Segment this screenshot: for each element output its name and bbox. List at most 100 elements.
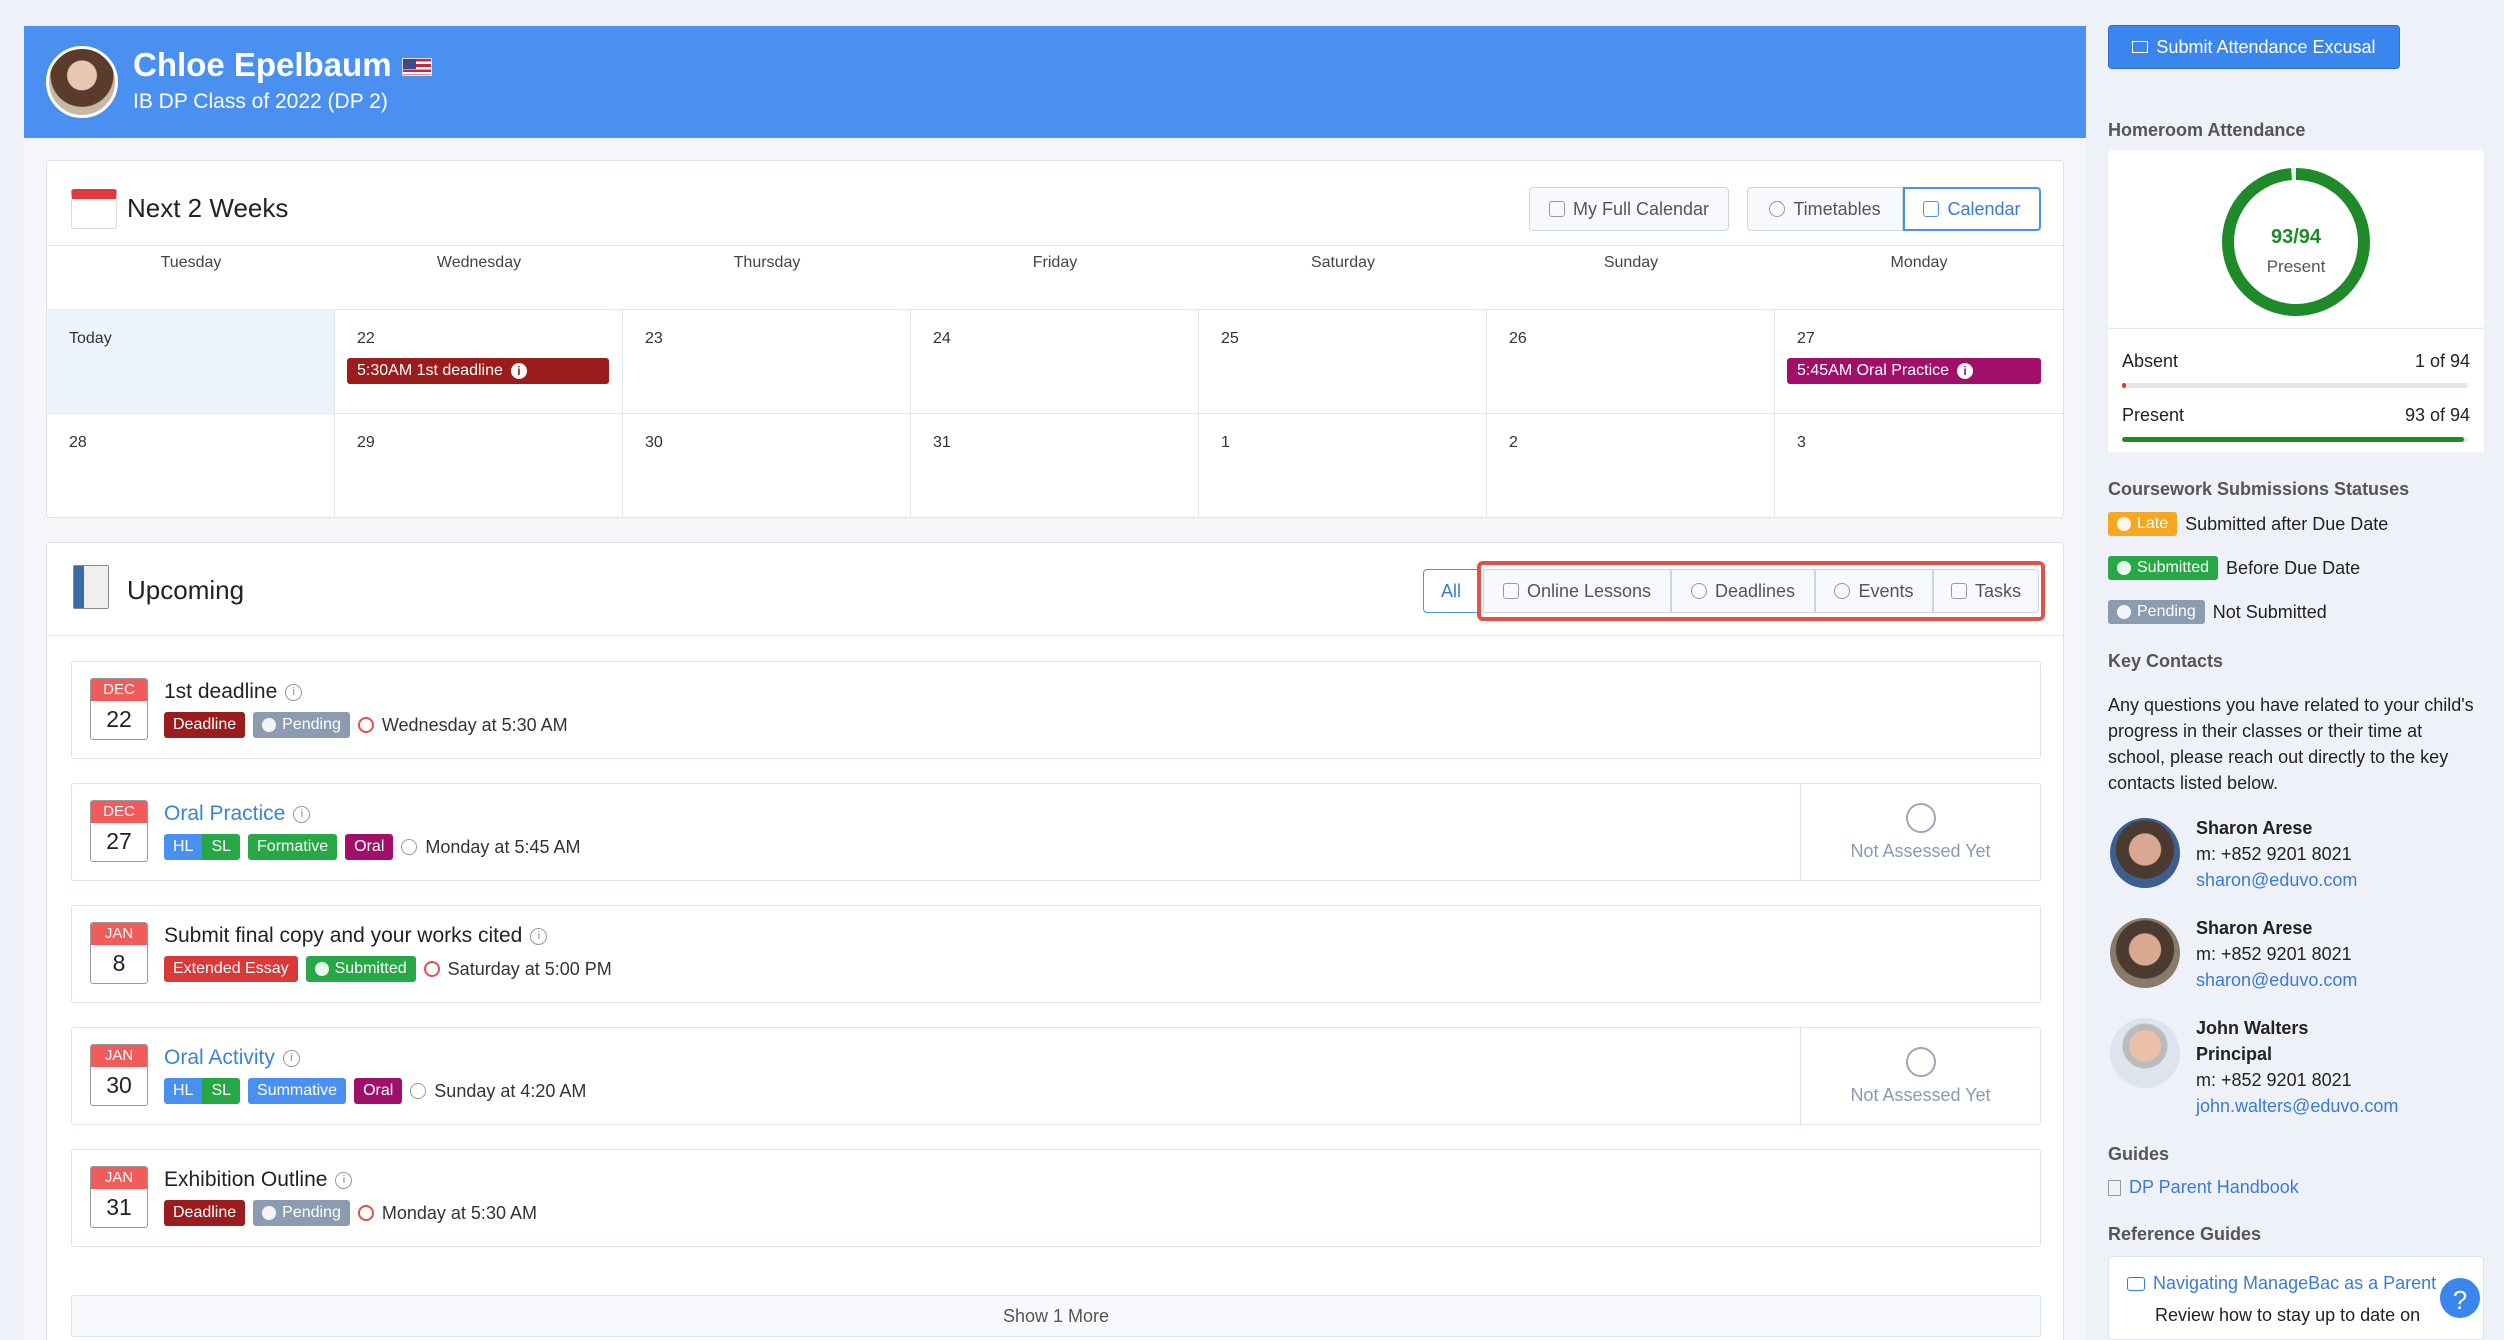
calendar-cell[interactable]: 28 [47, 413, 335, 517]
info-icon[interactable]: i [335, 1171, 353, 1189]
filter-all-button[interactable]: All [1423, 569, 1479, 613]
item-when: Saturday at 5:00 PM [447, 958, 612, 979]
calendar-cell[interactable]: 30 [623, 413, 911, 517]
contact-avatar [2110, 818, 2180, 888]
upcoming-item[interactable]: JAN 30 Oral Activity i HL SL Summative Oral… [71, 1027, 2041, 1125]
calendar-event[interactable]: 5:45AM Oral Practice i [1787, 358, 2041, 384]
contact-phone: m: +852 9201 8021 [2196, 1070, 2352, 1090]
calendar-cell[interactable]: 25 [1199, 309, 1487, 413]
submit-attendance-excusal-button[interactable]: Submit Attendance Excusal [2108, 25, 2400, 69]
clock-icon [401, 839, 418, 855]
present-label: Present [2122, 405, 2185, 425]
day-header: Monday [1890, 254, 1948, 271]
item-title[interactable]: Exhibition Outline [164, 1168, 327, 1192]
upcoming-item[interactable]: DEC 22 1st deadline i Deadline Pending Wed… [71, 661, 2041, 759]
alarm-icon [357, 717, 374, 733]
upcoming-item[interactable]: DEC 27 Oral Practice i HL SL Formative Oral… [71, 783, 2041, 881]
calendar-cell[interactable]: 1 [1199, 413, 1487, 517]
upcoming-item[interactable]: JAN 8 Submit final copy and your works ci… [71, 905, 2041, 1003]
day-header: Tuesday [160, 254, 222, 271]
info-icon[interactable]: i [293, 805, 311, 823]
book-icon [2108, 1179, 2121, 1196]
reference-link-row[interactable]: Navigating ManageBac as a Parent [2127, 1273, 2436, 1294]
my-full-calendar-button[interactable]: My Full Calendar [1529, 187, 1729, 231]
clock-icon [1769, 201, 1786, 217]
help-icon[interactable]: ? [2438, 1276, 2482, 1320]
calendar-small-icon [1923, 201, 1940, 217]
present-bar [2122, 437, 2468, 442]
item-title-row: Oral Activity i [164, 1046, 300, 1070]
info-icon: i [1957, 363, 1974, 379]
reference-link[interactable]: Navigating ManageBac as a Parent [2153, 1273, 2436, 1294]
calendar-cell[interactable]: 26 [1487, 309, 1775, 413]
contact-avatar [2110, 918, 2180, 988]
envelope-icon [2132, 41, 2149, 53]
absent-value: 1 of 94 [2414, 351, 2470, 371]
contact-email-link[interactable]: john.walters@eduvo.com [2196, 1096, 2398, 1117]
guide-link[interactable]: DP Parent Handbook [2129, 1177, 2299, 1198]
calendar-cell[interactable]: 27 5:45AM Oral Practice i [1775, 309, 2063, 413]
submit-excusal-label: Submit Attendance Excusal [2156, 36, 2376, 57]
cell-date: Today [69, 330, 112, 347]
tag-deadline: Deadline [164, 712, 246, 738]
reference-guide-card[interactable]: Navigating ManageBac as a Parent Review … [2108, 1256, 2484, 1340]
assessment-status: Not Assessed Yet [1800, 1028, 2040, 1124]
tag-oral: Oral [345, 834, 394, 860]
day-header: Sunday [1603, 254, 1659, 271]
filter-online-lessons-button[interactable]: Online Lessons [1483, 569, 1671, 613]
clock-icon [262, 718, 277, 732]
tag-sl: SL [202, 834, 241, 860]
contact-email-link[interactable]: sharon@eduvo.com [2196, 870, 2357, 891]
filter-tasks-label: Tasks [1974, 580, 2021, 601]
calendar-event[interactable]: 5:30AM 1st deadline i [347, 358, 609, 384]
badge-label: Submitted [2137, 559, 2210, 576]
filter-events-button[interactable]: Events [1815, 569, 1933, 613]
item-title-row: Exhibition Outline i [164, 1168, 353, 1192]
tag-label: Submitted [334, 960, 407, 977]
filter-tasks-button[interactable]: Tasks [1933, 569, 2039, 613]
clock-icon [1834, 583, 1851, 599]
check-icon [2117, 561, 2131, 575]
contact-email-link[interactable]: sharon@eduvo.com [2196, 970, 2357, 991]
badge-pending: Pending [2108, 600, 2205, 624]
calendar-grid-icon [1548, 201, 1565, 217]
calendar-cell[interactable]: 23 [623, 309, 911, 413]
item-title-link[interactable]: Oral Practice [164, 802, 285, 826]
date-day: 30 [106, 1072, 132, 1098]
info-icon[interactable]: i [282, 1049, 300, 1067]
absent-bar [2122, 383, 2468, 388]
item-tags: HL SL Formative Oral Monday at 5:45 AM [164, 834, 580, 860]
timetables-button[interactable]: Timetables [1747, 187, 1903, 231]
assessment-status-label: Not Assessed Yet [1850, 840, 1991, 861]
calendar-cell[interactable]: 24 [911, 309, 1199, 413]
info-icon[interactable]: i [285, 683, 303, 701]
alarm-icon [423, 961, 440, 977]
student-header: Chloe Epelbaum IB DP Class of 2022 (DP 2… [24, 26, 2086, 138]
guides-heading: Guides [2108, 1144, 2170, 1164]
calendar-cell[interactable]: 31 [911, 413, 1199, 517]
upcoming-item[interactable]: JAN 31 Exhibition Outline i Deadline Pendi… [71, 1149, 2041, 1247]
item-title[interactable]: Submit final copy and your works cited [164, 924, 522, 948]
date-badge: JAN 8 [90, 922, 148, 984]
coursework-heading: Coursework Submissions Statuses [2108, 479, 2410, 499]
day-header: Saturday [1310, 254, 1376, 271]
show-more-button[interactable]: Show 1 More [71, 1295, 2041, 1337]
guide-link-row[interactable]: DP Parent Handbook [2108, 1177, 2299, 1198]
calendar-cell-today[interactable]: Today [47, 309, 335, 413]
tag-formative: Formative [248, 834, 338, 860]
calendar-cell[interactable]: 3 [1775, 413, 2063, 517]
calendar-cell[interactable]: 22 5:30AM 1st deadline i [335, 309, 623, 413]
item-title[interactable]: 1st deadline [164, 680, 277, 704]
calendar-cell[interactable]: 2 [1487, 413, 1775, 517]
cell-date: 29 [357, 434, 375, 451]
item-title-link[interactable]: Oral Activity [164, 1046, 275, 1070]
filter-deadlines-button[interactable]: Deadlines [1671, 569, 1815, 613]
info-icon[interactable]: i [530, 927, 548, 945]
calendar-view-button[interactable]: Calendar [1903, 187, 2041, 231]
task-icon [1950, 583, 1967, 599]
date-month: DEC [91, 679, 147, 701]
item-tags: Deadline Pending Wednesday at 5:30 AM [164, 712, 568, 738]
date-day: 8 [112, 950, 126, 976]
calendar-cell[interactable]: 29 [335, 413, 623, 517]
tag-pending: Pending [253, 712, 350, 738]
